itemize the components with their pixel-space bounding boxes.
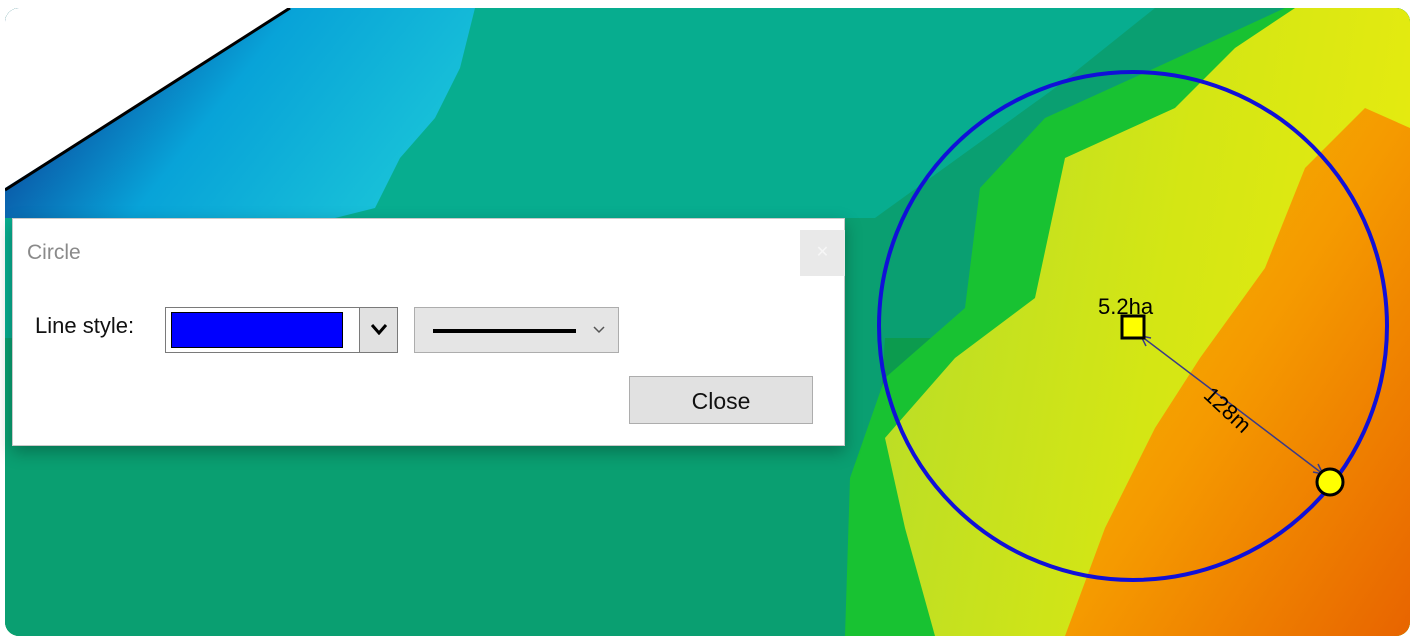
dialog-title: Circle <box>27 241 81 264</box>
color-swatch <box>171 312 343 348</box>
line-color-select[interactable] <box>165 307 398 353</box>
circle-dialog: Circle ✕ Line style: Close <box>12 218 845 446</box>
chevron-down-icon <box>371 324 387 335</box>
area-label: 5.2ha <box>1098 294 1154 319</box>
line-width-preview <box>433 329 576 333</box>
color-dropdown-button[interactable] <box>359 308 397 352</box>
line-width-select[interactable] <box>414 307 619 353</box>
chevron-down-icon <box>593 326 605 334</box>
line-style-label: Line style: <box>35 313 135 338</box>
close-button[interactable]: Close <box>629 376 813 424</box>
close-icon[interactable]: ✕ <box>800 230 845 276</box>
edge-handle[interactable] <box>1315 467 1345 497</box>
